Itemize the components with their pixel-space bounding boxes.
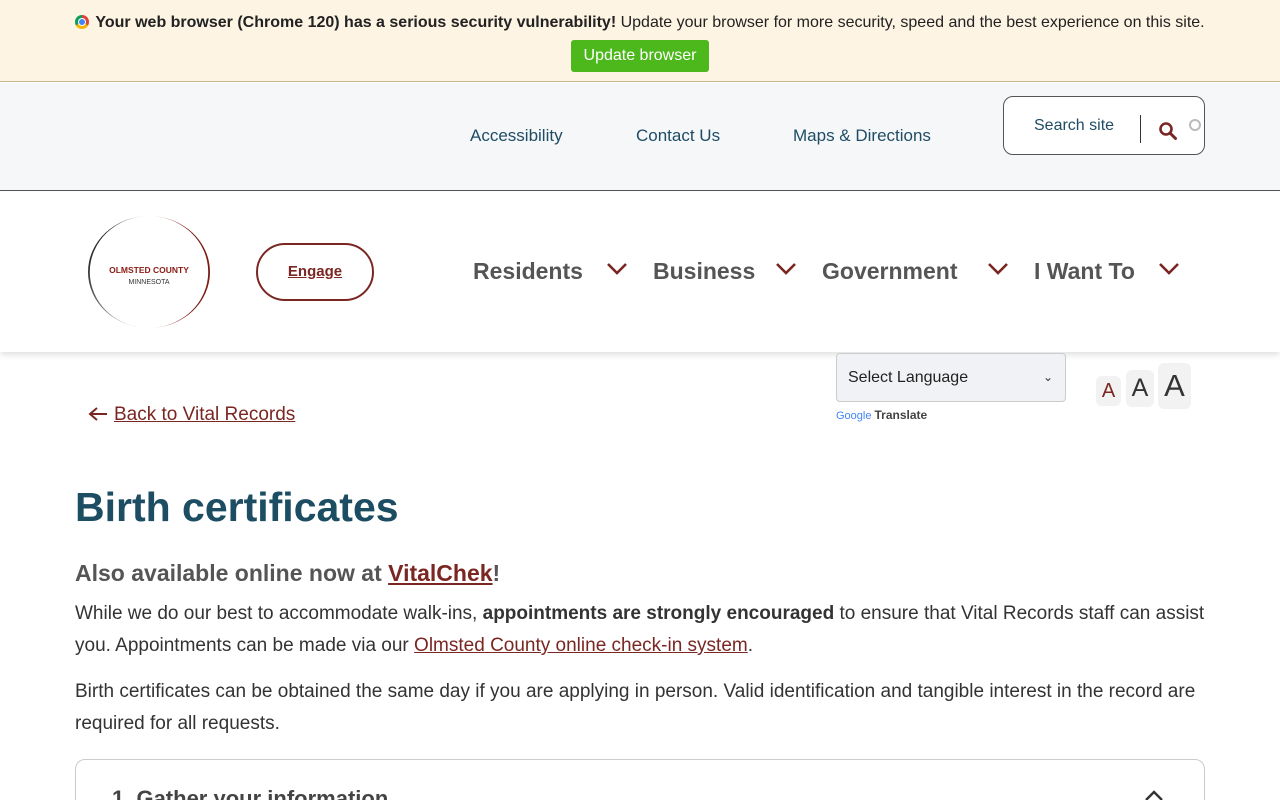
para1-text-a: While we do our best to accommodate walk… — [75, 603, 483, 624]
accessibility-link[interactable]: Accessibility — [470, 126, 563, 146]
engage-button[interactable]: Engage — [256, 243, 374, 301]
online-check-in-link[interactable]: Olmsted County online check-in system — [414, 635, 748, 656]
maps-directions-link[interactable]: Maps & Directions — [793, 126, 931, 146]
chevron-down-icon[interactable] — [775, 262, 797, 276]
subhead-suffix: ! — [492, 560, 501, 586]
chevron-down-icon[interactable] — [1158, 262, 1180, 276]
search-icon[interactable] — [1158, 121, 1178, 141]
nav-government[interactable]: Government — [822, 258, 957, 285]
same-day-paragraph: Birth certificates can be obtained the s… — [75, 681, 1196, 734]
google-logo: Google — [836, 410, 872, 422]
google-translate-credit: Google Translate — [836, 408, 927, 422]
nav-business[interactable]: Business — [653, 258, 755, 285]
chrome-icon — [75, 15, 90, 29]
logo-subtitle: MINNESOTA — [128, 279, 169, 286]
language-select-value: Select Language — [848, 369, 969, 386]
search-divider — [1140, 115, 1141, 143]
chevron-down-icon: ⌄ — [1042, 370, 1053, 384]
translate-word: Translate — [874, 408, 928, 422]
text-size-large-button[interactable]: A — [1158, 363, 1191, 409]
loading-spinner-icon — [1189, 119, 1201, 131]
back-link-label: Back to Vital Records — [114, 404, 296, 425]
chevron-down-icon[interactable] — [987, 262, 1009, 276]
logo-title: OLMSTED COUNTY — [109, 265, 189, 275]
arrow-left-icon — [88, 407, 107, 421]
browser-update-banner: Your web browser (Chrome 120) has a seri… — [0, 0, 1280, 82]
accordion-gather-information[interactable]: 1. Gather your information — [75, 759, 1205, 800]
banner-warning: Your web browser (Chrome 120) has a seri… — [95, 14, 617, 31]
nav-residents[interactable]: Residents — [473, 258, 583, 285]
vitalchek-link[interactable]: VitalChek — [388, 560, 492, 586]
search-input[interactable] — [1016, 111, 1136, 141]
main-header: OLMSTED COUNTY MINNESOTA Engage Resident… — [0, 192, 1280, 352]
para1-text-c: . — [747, 635, 754, 656]
text-size-medium-button[interactable]: A — [1126, 370, 1154, 407]
banner-text: Update your browser for more security, s… — [616, 14, 1205, 31]
update-browser-button[interactable]: Update browser — [571, 40, 709, 72]
subhead-prefix: Also available online now at — [75, 560, 389, 586]
accordion-title: 1. Gather your information — [112, 786, 389, 800]
language-select[interactable]: Select Language ⌄ — [836, 353, 1066, 402]
chevron-up-icon — [1145, 790, 1163, 800]
olmsted-county-logo[interactable]: OLMSTED COUNTY MINNESOTA — [87, 215, 211, 329]
back-to-vital-records-link[interactable]: Back to Vital Records — [88, 404, 295, 426]
page-title: Birth certificates — [75, 484, 399, 530]
chevron-down-icon[interactable] — [606, 262, 628, 276]
nav-i-want-to[interactable]: I Want To — [1034, 258, 1135, 285]
para1-bold: appointments are strongly encouraged — [482, 603, 835, 624]
utility-bar: Accessibility Contact Us Maps & Directio… — [0, 83, 1280, 191]
search-box — [1003, 96, 1205, 155]
appointments-paragraph: While we do our best to accommodate walk… — [75, 598, 1205, 662]
text-size-small-button[interactable]: A — [1096, 376, 1121, 406]
banner-message: Your web browser (Chrome 120) has a seri… — [0, 14, 1280, 32]
contact-us-link[interactable]: Contact Us — [636, 126, 720, 146]
vitalchek-subheading: Also available online now at VitalChek! — [75, 560, 500, 587]
